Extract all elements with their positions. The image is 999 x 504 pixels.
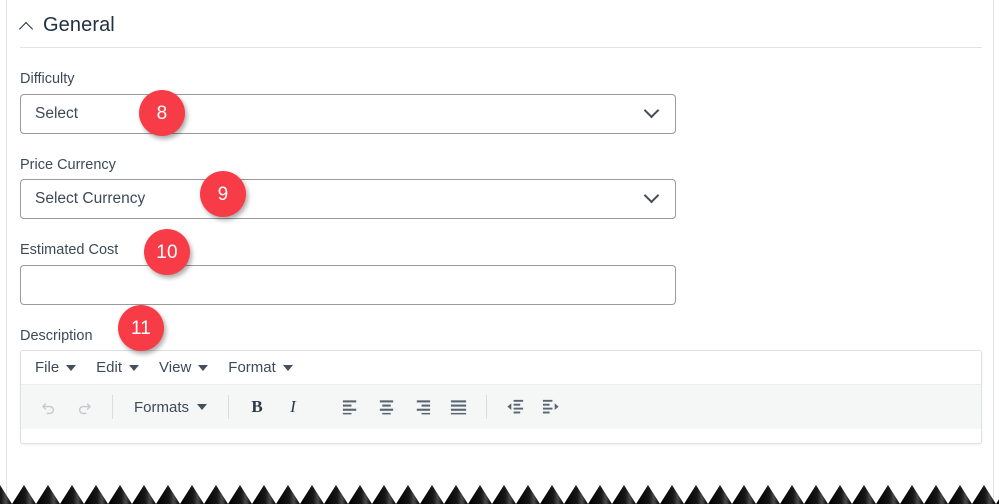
formats-label: Formats bbox=[134, 398, 190, 416]
section-header[interactable]: General bbox=[20, 0, 982, 44]
difficulty-selected-value: Select bbox=[35, 104, 79, 122]
menu-edit[interactable]: Edit bbox=[86, 357, 149, 378]
indent-icon bbox=[542, 399, 559, 414]
description-rich-text-editor[interactable]: File Edit View Format Formats B I bbox=[20, 350, 982, 444]
menu-edit-label: Edit bbox=[96, 359, 123, 376]
torn-page-edge bbox=[0, 485, 999, 504]
formats-dropdown[interactable]: Formats bbox=[124, 395, 217, 420]
italic-button[interactable]: I bbox=[276, 391, 310, 423]
chevron-up-icon[interactable] bbox=[20, 19, 35, 34]
toolbar-separator bbox=[228, 395, 230, 419]
page-left-border bbox=[6, 0, 7, 504]
section-divider bbox=[20, 47, 982, 48]
menu-view-label: View bbox=[159, 359, 192, 376]
align-center-icon bbox=[379, 400, 393, 415]
menu-format-label: Format bbox=[228, 359, 276, 376]
toolbar-separator bbox=[486, 395, 488, 419]
undo-icon bbox=[41, 403, 54, 415]
align-right-button[interactable] bbox=[405, 391, 439, 423]
align-left-icon bbox=[342, 400, 356, 415]
menu-view[interactable]: View bbox=[149, 357, 218, 378]
page-right-border bbox=[993, 0, 994, 504]
callout-badge-10: 10 bbox=[144, 229, 190, 275]
menu-format[interactable]: Format bbox=[218, 357, 303, 378]
difficulty-select[interactable]: Select bbox=[20, 93, 676, 134]
caret-down-icon bbox=[66, 364, 77, 371]
align-left-button[interactable] bbox=[333, 391, 367, 423]
price-currency-selected-value: Select Currency bbox=[35, 190, 146, 208]
label-price-currency: Price Currency bbox=[20, 156, 116, 173]
toolbar-separator bbox=[112, 395, 113, 419]
callout-badge-8: 8 bbox=[139, 90, 185, 136]
align-justify-button[interactable] bbox=[441, 391, 475, 423]
caret-down-icon bbox=[197, 404, 208, 410]
label-difficulty: Difficulty bbox=[20, 71, 75, 87]
caret-down-icon bbox=[129, 364, 140, 371]
bold-button[interactable]: B bbox=[240, 391, 274, 423]
page-title: General bbox=[43, 14, 115, 36]
indent-button[interactable] bbox=[534, 391, 568, 423]
callout-badge-9: 9 bbox=[200, 171, 246, 217]
callout-badge-11: 11 bbox=[118, 305, 164, 351]
estimated-cost-input[interactable] bbox=[20, 264, 676, 305]
chevron-down-icon[interactable] bbox=[646, 190, 659, 203]
align-right-icon bbox=[416, 400, 430, 415]
price-currency-select[interactable]: Select Currency bbox=[20, 179, 676, 219]
label-estimated-cost: Estimated Cost bbox=[20, 242, 119, 258]
menu-file-label: File bbox=[35, 359, 60, 376]
bold-icon: B bbox=[251, 397, 263, 416]
align-center-button[interactable] bbox=[369, 391, 403, 423]
editor-toolbar: Formats B I bbox=[21, 385, 981, 429]
italic-icon: I bbox=[290, 397, 296, 416]
label-description: Description bbox=[20, 327, 93, 344]
outdent-icon bbox=[506, 399, 523, 414]
chevron-down-icon[interactable] bbox=[646, 105, 659, 118]
caret-down-icon bbox=[282, 364, 293, 371]
redo-icon bbox=[78, 403, 91, 415]
caret-down-icon bbox=[198, 364, 209, 371]
general-section: General Difficulty Select Price Currency… bbox=[20, 0, 982, 444]
editor-menubar: File Edit View Format bbox=[21, 351, 981, 385]
field-price-currency: Price Currency Select Currency bbox=[20, 156, 982, 219]
page-root: General Difficulty Select Price Currency… bbox=[0, 0, 999, 504]
field-description: Description File Edit View Format Format… bbox=[20, 327, 982, 444]
outdent-button[interactable] bbox=[498, 391, 532, 423]
editor-content-area[interactable] bbox=[21, 429, 981, 443]
undo-button[interactable] bbox=[31, 391, 65, 423]
menu-file[interactable]: File bbox=[25, 357, 86, 378]
align-justify-icon bbox=[450, 400, 466, 415]
redo-button[interactable] bbox=[67, 391, 101, 423]
